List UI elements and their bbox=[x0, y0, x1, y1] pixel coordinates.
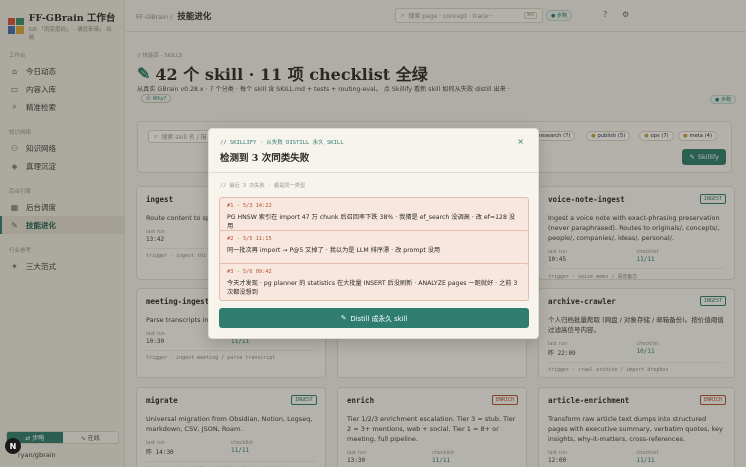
failure-card: #1 · 5/3 14:22 PG HNSW 索引在 import 47 万 c… bbox=[219, 197, 529, 233]
failure-head: #2 · 5/5 11:15 bbox=[227, 236, 272, 242]
failure-head: #3 · 5/6 09:42 bbox=[227, 269, 272, 275]
failure-head: #1 · 5/3 14:22 bbox=[227, 203, 272, 209]
skillify-modal: // SKILLIFY · 从失败 DISTILL 永久 SKILL 检测到 3… bbox=[208, 128, 539, 339]
failure-card: #2 · 5/5 11:15 同一批次再 import → P@5 又掉了 · … bbox=[219, 230, 529, 266]
distill-label: Distill 成永久 skill bbox=[350, 315, 408, 323]
wand-icon: ✎ bbox=[340, 314, 347, 322]
failure-text: PG HNSW 索引在 import 47 万 chunk 后召回率下跌 38%… bbox=[227, 214, 516, 230]
next-devtools-icon[interactable]: N bbox=[5, 438, 21, 454]
modal-divider bbox=[209, 172, 538, 173]
failure-text: 同一批次再 import → P@5 又掉了 · 我以为是 LLM 排序漂 · … bbox=[227, 247, 441, 254]
close-icon[interactable]: × bbox=[517, 137, 524, 146]
failure-text: 今天才发现 · pg planner 的 statistics 在大批量 INS… bbox=[227, 280, 518, 296]
modal-title: 检测到 3 次同类失败 bbox=[220, 153, 310, 164]
modal-kicker: // SKILLIFY · 从失败 DISTILL 永久 SKILL bbox=[220, 140, 344, 146]
failures-heading: // 最近 3 次失败 · 都是同一类型 bbox=[220, 183, 306, 189]
distill-button[interactable]: ✎ Distill 成永久 skill bbox=[219, 308, 529, 328]
failure-card: #3 · 5/6 09:42 今天才发现 · pg planner 的 stat… bbox=[219, 263, 529, 301]
